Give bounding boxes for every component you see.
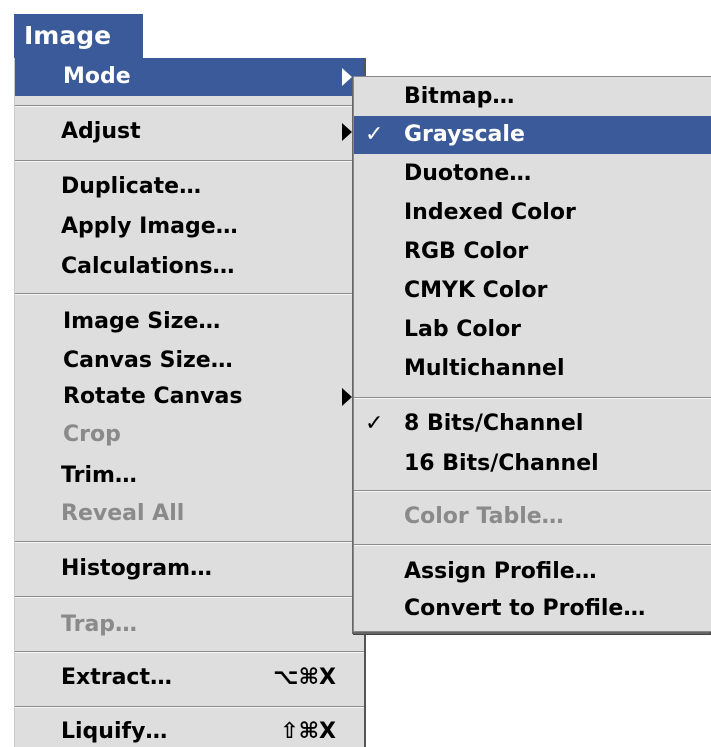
menu-item-label: Rotate Canvas [63,384,243,409]
menu-item-trap: Trap… [15,606,364,644]
checkmark-icon: ✓ [365,122,384,147]
menu-item-canvas-size[interactable]: Canvas Size… [15,342,364,380]
menu-item-label: Duplicate… [61,174,202,199]
submenu-item-multichannel[interactable]: Multichannel [354,350,711,388]
menu-item-label: Reveal All [61,501,185,526]
submenu-item-16-bits[interactable]: 16 Bits/Channel [354,445,711,483]
menu-item-apply-image[interactable]: Apply Image… [15,208,364,246]
menu-item-label: Trap… [61,612,138,637]
shortcut-label: ⇧⌘X [280,719,336,744]
menu-item-label: CMYK Color [404,278,548,303]
submenu-item-8-bits[interactable]: ✓ 8 Bits/Channel [354,405,711,443]
submenu-item-cmyk-color[interactable]: CMYK Color [354,272,711,310]
submenu-arrow-icon [342,123,352,141]
menu-item-label: 16 Bits/Channel [404,451,599,476]
shortcut-label: ⌥⌘X [273,665,336,690]
menu-item-label: Duotone… [404,161,532,186]
menu-item-label: Apply Image… [61,214,238,239]
menu-item-label: Indexed Color [404,200,576,225]
menu-item-extract[interactable]: Extract… ⌥⌘X [15,659,364,697]
menu-item-label: Trim… [61,463,137,488]
menu-separator [354,544,711,546]
submenu-item-assign-profile[interactable]: Assign Profile… [354,553,711,591]
menu-separator [15,706,364,708]
menu-item-label: Extract… [61,665,172,690]
menu-item-label: Image Size… [63,309,221,334]
menu-separator [354,397,711,399]
menu-item-label: Liquify… [61,719,168,744]
menu-item-label: Lab Color [404,317,522,342]
menu-separator [15,105,364,107]
menu-item-label: Grayscale [404,122,525,147]
submenu-item-duotone[interactable]: Duotone… [354,155,711,193]
menu-separator [15,651,364,653]
submenu-item-rgb-color[interactable]: RGB Color [354,233,711,271]
menu-item-calculations[interactable]: Calculations… [15,248,364,286]
submenu-item-bitmap[interactable]: Bitmap… [354,78,711,116]
menu-separator [354,490,711,492]
submenu-item-indexed-color[interactable]: Indexed Color [354,194,711,232]
menu-item-adjust[interactable]: Adjust [15,113,364,151]
image-menu: Mode Adjust Duplicate… Apply Image… Calc… [14,58,364,747]
menu-item-liquify[interactable]: Liquify… ⇧⌘X [15,713,364,747]
mode-submenu: Bitmap… ✓ Grayscale Duotone… Indexed Col… [353,76,711,632]
menu-item-label: Adjust [61,119,141,144]
menu-item-label: Canvas Size… [63,348,233,373]
menu-item-label: Convert to Profile… [404,596,646,621]
menu-item-label: Bitmap… [404,84,515,109]
menu-item-histogram[interactable]: Histogram… [15,550,364,588]
submenu-item-convert-to-profile[interactable]: Convert to Profile… [354,590,711,628]
submenu-item-color-table: Color Table… [354,498,711,536]
menu-item-label: 8 Bits/Channel [404,411,584,436]
screen: Image Mode Adjust Duplicate… Apply Image… [0,0,711,747]
menu-item-rotate-canvas[interactable]: Rotate Canvas [15,378,364,416]
menu-item-mode[interactable]: Mode [15,58,364,96]
submenu-arrow-icon [342,388,352,406]
menu-separator [15,596,364,598]
menu-item-label: Color Table… [404,504,564,529]
menu-separator [15,541,364,543]
submenu-item-lab-color[interactable]: Lab Color [354,311,711,349]
menu-separator [15,293,364,295]
menu-item-image-size[interactable]: Image Size… [15,303,364,341]
menu-item-reveal-all: Reveal All [15,495,364,533]
submenu-arrow-icon [342,68,352,86]
submenu-item-grayscale[interactable]: ✓ Grayscale [354,116,711,154]
menu-item-label: Assign Profile… [404,559,597,584]
menu-item-trim[interactable]: Trim… [15,457,364,495]
menu-item-duplicate[interactable]: Duplicate… [15,168,364,206]
menu-item-label: Multichannel [404,356,565,381]
menu-item-crop: Crop [15,416,364,454]
menu-item-label: Histogram… [61,556,213,581]
menu-item-label: Mode [63,64,131,89]
menu-separator [15,160,364,162]
checkmark-icon: ✓ [365,411,384,436]
menu-title-image[interactable]: Image [14,14,143,58]
menu-item-label: Crop [63,422,121,447]
menu-item-label: Calculations… [61,254,235,279]
menu-item-label: RGB Color [404,239,529,264]
